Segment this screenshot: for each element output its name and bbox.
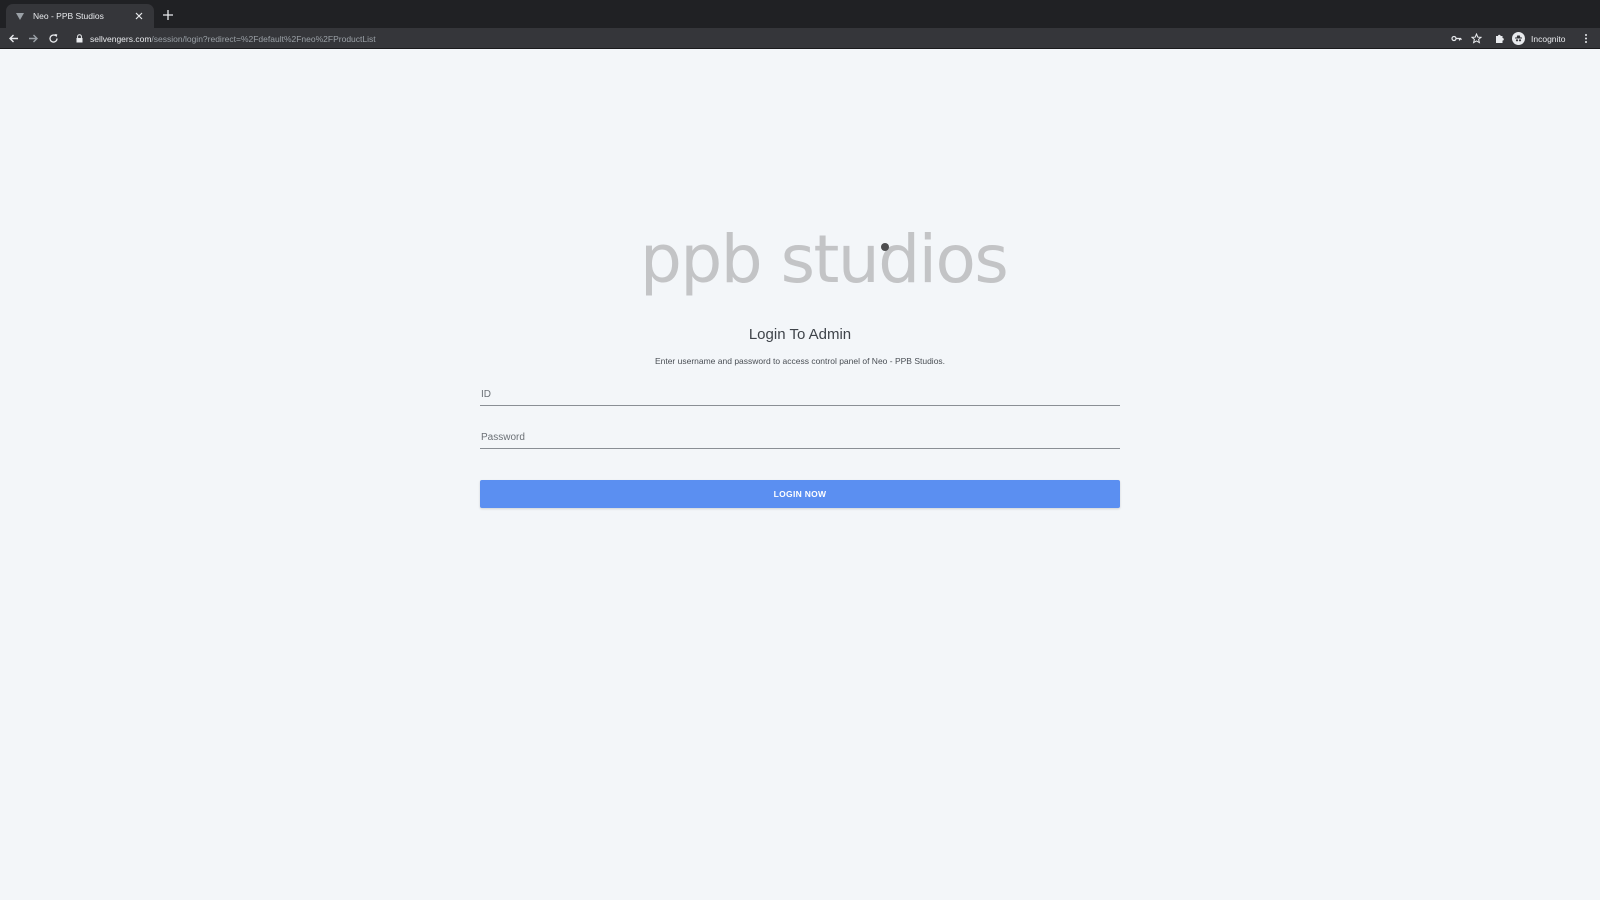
tab-title: Neo - PPB Studios (33, 11, 104, 21)
lock-icon[interactable] (74, 33, 84, 44)
page-title: Login To Admin (748, 326, 852, 343)
star-icon[interactable] (1468, 30, 1485, 47)
forward-icon[interactable] (25, 30, 42, 47)
new-tab-icon[interactable] (160, 7, 176, 23)
id-input[interactable] (480, 384, 1120, 405)
incognito-icon (1512, 32, 1525, 45)
url-host: sellvengers.com (90, 33, 152, 44)
logo-dot (881, 243, 889, 251)
favicon-icon (14, 10, 26, 22)
id-field (480, 384, 1120, 406)
profile-button[interactable]: Incognito (1512, 30, 1566, 47)
browser-chrome: Neo - PPB Studios sellvengers.com/sessio… (0, 0, 1600, 49)
more-icon[interactable] (1577, 30, 1594, 47)
close-icon[interactable] (132, 9, 146, 23)
tab-strip: Neo - PPB Studios (0, 0, 1600, 28)
page-subtitle: Enter username and password to access co… (654, 356, 946, 366)
reload-icon[interactable] (45, 30, 62, 47)
login-button[interactable]: LOGIN NOW (480, 480, 1120, 508)
back-icon[interactable] (5, 30, 22, 47)
profile-label: Incognito (1531, 33, 1566, 44)
url-text: sellvengers.com/session/login?redirect=%… (90, 34, 376, 44)
address-bar[interactable]: sellvengers.com/session/login?redirect=%… (68, 29, 1468, 48)
password-input[interactable] (480, 427, 1120, 448)
browser-toolbar: sellvengers.com/session/login?redirect=%… (0, 28, 1600, 49)
logo-text: ppb studios (640, 221, 1009, 298)
extensions-icon[interactable] (1491, 30, 1508, 47)
key-icon[interactable] (1448, 30, 1465, 47)
password-field (480, 427, 1120, 449)
url-path: /session/login?redirect=%2Fdefault%2Fneo… (151, 33, 376, 44)
browser-tab[interactable]: Neo - PPB Studios (6, 4, 154, 28)
ppb-studios-logo: ppb studios (640, 215, 1009, 305)
